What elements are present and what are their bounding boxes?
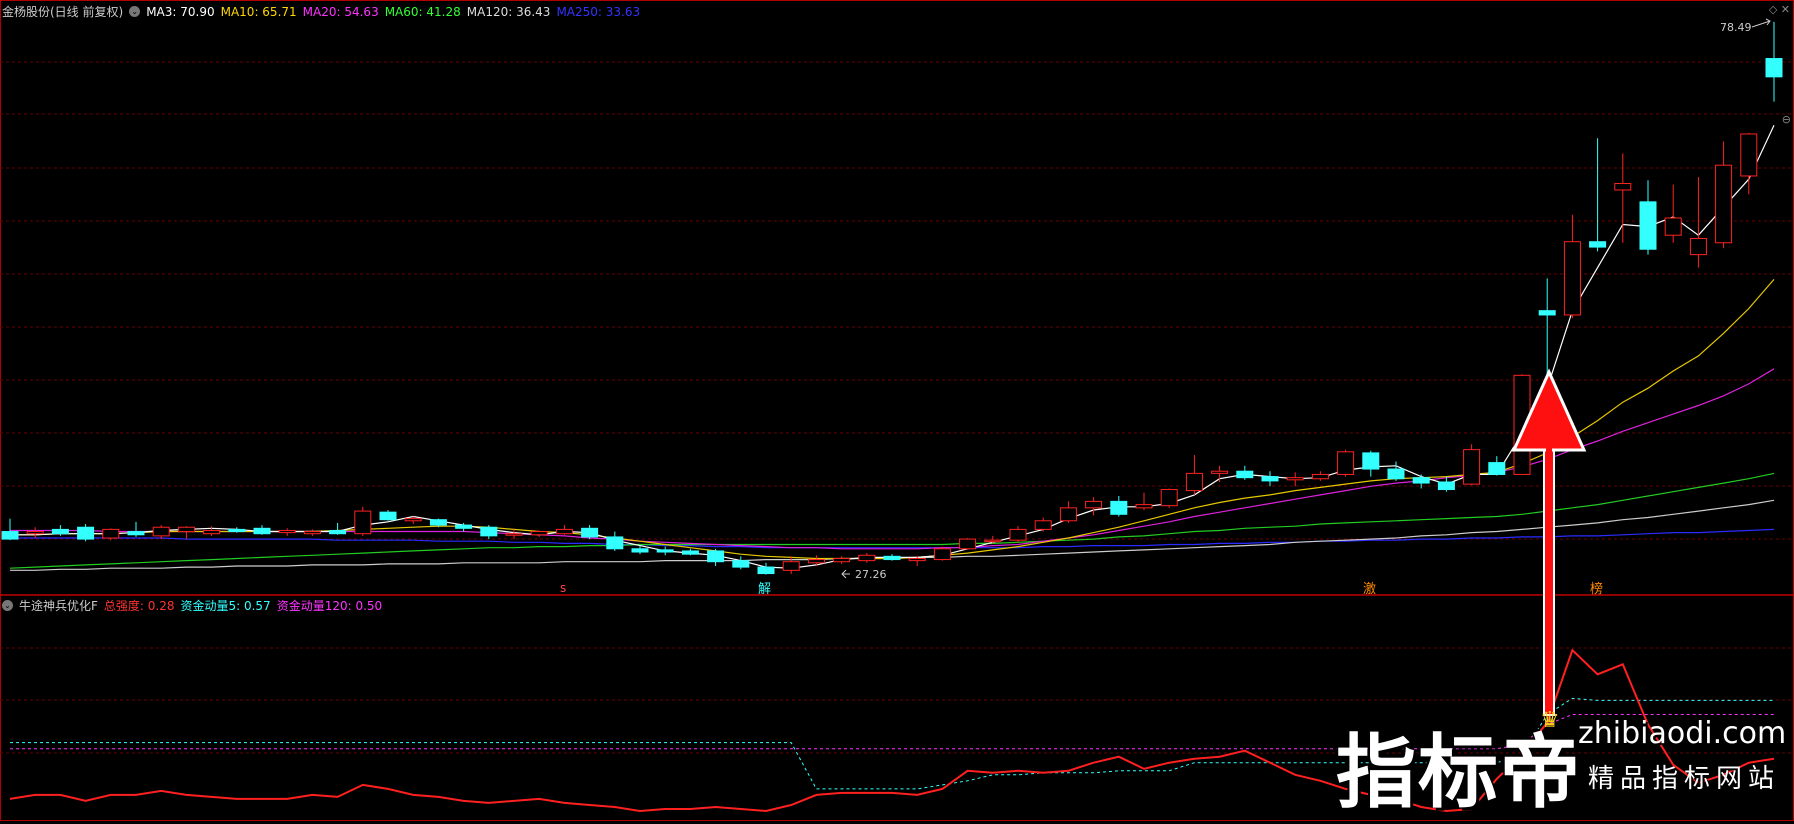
fund-momentum-5-label: 资金动量5: 0.57 [180, 599, 271, 613]
ma10-label: MA10: 65.71 [220, 4, 297, 19]
signal-mark-jie: 解 [758, 582, 771, 597]
candle[interactable] [1463, 444, 1481, 486]
ma250-label: MA250: 33.63 [556, 4, 641, 19]
candle[interactable] [1160, 488, 1178, 508]
watermark-url: zhibiaodi.com [1578, 716, 1787, 751]
stock-chart[interactable]: 78.49 27.26 s 解 激 榜 [0, 0, 1794, 821]
indicator-settings-icon[interactable]: ⌄ [2, 600, 13, 611]
close-icon[interactable]: ✕ [1781, 3, 1790, 16]
candle[interactable] [933, 546, 951, 561]
indicator-legend: ⌄ 牛途神兵优化F 总强度: 0.28 资金动量5: 0.57 资金动量120:… [2, 597, 382, 614]
main-title: 金杨股份(日线 前复权) [2, 5, 124, 19]
high-price-label: 78.49 [1720, 21, 1752, 34]
panel-controls[interactable]: ◇ ✕ [1769, 3, 1790, 16]
watermark-slogan: 精品指标网站 [1588, 764, 1781, 794]
fund-momentum-120-label: 资金动量120: 0.50 [276, 599, 383, 613]
total-strength-label: 总强度: 0.28 [103, 599, 175, 613]
watermark-brand: 指标帝 [1336, 726, 1582, 819]
candle[interactable] [102, 528, 120, 541]
signal-mark-bang: 榜 [1590, 581, 1603, 597]
main-legend: 金杨股份(日线 前复权) ⌄ MA3: 70.90 MA10: 65.71 MA… [2, 3, 640, 20]
scroll-marker-icon[interactable]: ⊖ [1782, 113, 1791, 126]
ma120-label: MA120: 36.43 [466, 4, 551, 19]
signal-mark-ji: 激 [1363, 582, 1376, 597]
ma60-label: MA60: 41.28 [384, 4, 461, 19]
candle[interactable] [1337, 449, 1355, 477]
candle[interactable] [959, 538, 977, 550]
indicator-title: 牛途神兵优化F [19, 599, 98, 613]
signal-mark-s: s [560, 581, 566, 595]
ma20-label: MA20: 54.63 [302, 4, 379, 19]
candle[interactable] [354, 506, 372, 536]
settings-icon[interactable]: ⌄ [129, 6, 141, 17]
ma3-label: MA3: 70.90 [146, 4, 215, 19]
diamond-icon[interactable]: ◇ [1769, 3, 1777, 16]
low-price-label: 27.26 [855, 568, 887, 581]
